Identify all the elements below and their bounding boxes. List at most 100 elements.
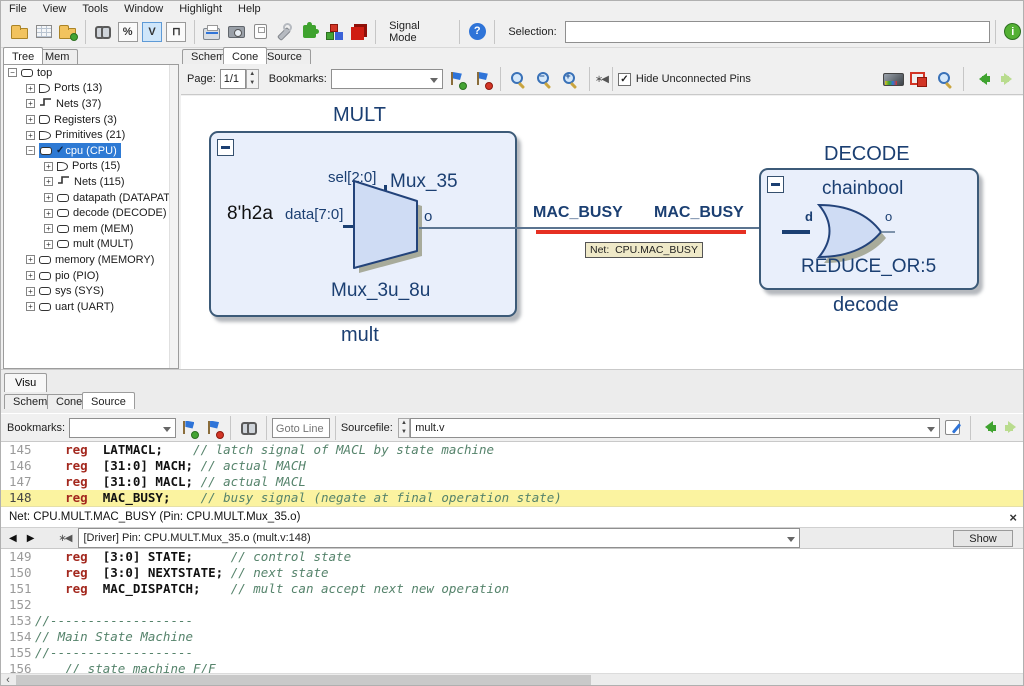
expand-icon[interactable]: + — [26, 302, 35, 311]
goto-driver-button[interactable]: ∗◀ — [58, 533, 70, 544]
tree-item-sys[interactable]: +sys (SYS) — [4, 283, 178, 299]
waveform-button[interactable]: ⊓ — [165, 20, 187, 44]
close-icon[interactable]: × — [1009, 510, 1017, 525]
help-button[interactable]: ? — [466, 20, 488, 44]
menu-view[interactable]: View — [43, 3, 67, 15]
collapse-block-icon[interactable] — [767, 176, 784, 193]
back-button[interactable] — [970, 67, 994, 91]
source-code-bottom[interactable]: 149 reg [3:0] STATE; // control state 15… — [1, 549, 1024, 673]
next-driver-button[interactable]: ▶ — [27, 533, 35, 544]
menu-tools[interactable]: Tools — [82, 3, 108, 15]
highlighted-net-trace[interactable] — [536, 230, 746, 234]
schematic-canvas[interactable]: MULT sel[2:0] Mux_35 8'h2a data[7:0] o M… — [181, 96, 1024, 369]
forward-button[interactable] — [996, 67, 1020, 91]
edit-source-button[interactable] — [941, 416, 964, 440]
hide-unconnected-checkbox[interactable]: ✓ — [618, 73, 631, 86]
expand-icon[interactable]: + — [26, 131, 35, 140]
source-code-top[interactable]: 145 reg LATMACL; // latch signal of MACL… — [1, 442, 1024, 506]
tree-item-datapath[interactable]: +datapath (DATAPATH) — [4, 190, 178, 206]
expand-icon[interactable]: + — [44, 224, 53, 233]
goto-line-input[interactable] — [272, 418, 330, 438]
delete-bookmark-button[interactable] — [470, 67, 494, 91]
percent-view-button[interactable]: % — [116, 20, 138, 44]
snapshot-button[interactable] — [225, 20, 247, 44]
tab-cone[interactable]: Cone — [223, 47, 267, 64]
print-button[interactable] — [201, 20, 223, 44]
prev-driver-button[interactable]: ◀ — [9, 533, 17, 544]
expand-icon[interactable]: + — [26, 287, 35, 296]
trace-driver-button[interactable]: ∗◀ — [595, 74, 607, 85]
expand-icon[interactable]: + — [26, 255, 35, 264]
tree-item-ports13[interactable]: +Ports (13) — [4, 81, 178, 97]
collapse-block-icon[interactable] — [217, 139, 234, 156]
expand-icon[interactable]: + — [26, 115, 35, 124]
magnify-button[interactable] — [933, 67, 957, 91]
tree-item-nets37[interactable]: +Nets (37) — [4, 96, 178, 112]
show-button[interactable]: Show — [953, 530, 1013, 547]
plugin-button[interactable] — [298, 20, 320, 44]
tree-item-nets115[interactable]: +Nets (115) — [4, 174, 178, 190]
search-button[interactable] — [237, 416, 260, 440]
page-spinner[interactable]: ▲▼ — [246, 69, 259, 89]
add-bookmark-button[interactable] — [444, 67, 468, 91]
expand-icon[interactable]: + — [26, 99, 35, 108]
memory-table-button[interactable] — [32, 20, 54, 44]
open-button[interactable] — [8, 20, 30, 44]
forward-button[interactable] — [1001, 416, 1024, 440]
net-label-mac-busy-1[interactable]: MAC_BUSY — [533, 204, 623, 222]
expand-icon[interactable]: + — [44, 177, 53, 186]
mux-shape[interactable] — [351, 179, 427, 279]
tree-item-pio[interactable]: +pio (PIO) — [4, 268, 178, 284]
report-button[interactable] — [249, 20, 271, 44]
expand-icon[interactable]: + — [44, 162, 53, 171]
back-button[interactable] — [977, 416, 1000, 440]
tree-item-ports15[interactable]: +Ports (15) — [4, 159, 178, 175]
expand-icon[interactable]: + — [44, 193, 53, 202]
tree-item-uart[interactable]: +uart (UART) — [4, 299, 178, 315]
tree-item-memory[interactable]: +memory (MEMORY) — [4, 252, 178, 268]
horizontal-scrollbar[interactable]: ‹ — [1, 673, 1024, 686]
scrollbar-thumb[interactable] — [16, 675, 591, 686]
tree-item-primitives[interactable]: +Primitives (21) — [4, 127, 178, 143]
search-button[interactable] — [92, 20, 114, 44]
add-library-button[interactable] — [57, 20, 79, 44]
zoom-fit-button[interactable] — [507, 67, 531, 91]
bookmarks-dropdown[interactable] — [69, 418, 176, 438]
tree-item-cpu[interactable]: −✓cpu (CPU) — [4, 143, 178, 159]
signal-mode-button[interactable]: Signal Mode — [381, 20, 454, 44]
menu-window[interactable]: Window — [124, 3, 163, 15]
zoom-in-button[interactable]: + — [559, 67, 583, 91]
expand-icon[interactable]: + — [26, 84, 35, 93]
tab-source-bottom[interactable]: Source — [82, 392, 135, 409]
scroll-left-icon[interactable]: ‹ — [1, 674, 15, 686]
expand-icon[interactable]: + — [26, 271, 35, 280]
menu-file[interactable]: File — [9, 3, 27, 15]
page-input[interactable]: 1/1 — [220, 69, 246, 89]
tree-item-top[interactable]: −top — [4, 65, 178, 81]
driver-pin-dropdown[interactable]: [Driver] Pin: CPU.MULT.Mux_35.o (mult.v:… — [78, 528, 800, 548]
menu-highlight[interactable]: Highlight — [179, 3, 222, 15]
tree-item-mem[interactable]: +mem (MEM) — [4, 221, 178, 237]
expand-icon[interactable]: + — [44, 240, 53, 249]
hierarchy-button[interactable] — [322, 20, 344, 44]
sourcefile-dropdown[interactable]: mult.v — [410, 418, 940, 438]
delete-bookmark-button[interactable] — [202, 416, 225, 440]
stop-button[interactable] — [347, 20, 369, 44]
value-annotation-button[interactable]: V — [141, 20, 163, 44]
tab-visu[interactable]: Visu — [4, 373, 47, 393]
mac-busy-wire[interactable] — [419, 227, 785, 229]
bookmarks-dropdown[interactable] — [331, 69, 443, 89]
info-button[interactable]: i — [1002, 20, 1024, 44]
zoom-out-button[interactable]: − — [533, 67, 557, 91]
tree-item-decode[interactable]: +decode (DECODE) — [4, 205, 178, 221]
expand-icon[interactable]: + — [44, 209, 53, 218]
collapse-icon[interactable]: − — [26, 146, 35, 155]
menu-help[interactable]: Help — [238, 3, 261, 15]
add-bookmark-button[interactable] — [177, 416, 200, 440]
tree-item-mult[interactable]: +mult (MULT) — [4, 237, 178, 253]
collapse-icon[interactable]: − — [8, 68, 17, 77]
fullscreen-button[interactable] — [881, 67, 905, 91]
sourcefile-spinner[interactable]: ▲▼ — [398, 418, 410, 438]
partial-view-button[interactable] — [907, 67, 931, 91]
selection-input[interactable] — [565, 21, 990, 43]
